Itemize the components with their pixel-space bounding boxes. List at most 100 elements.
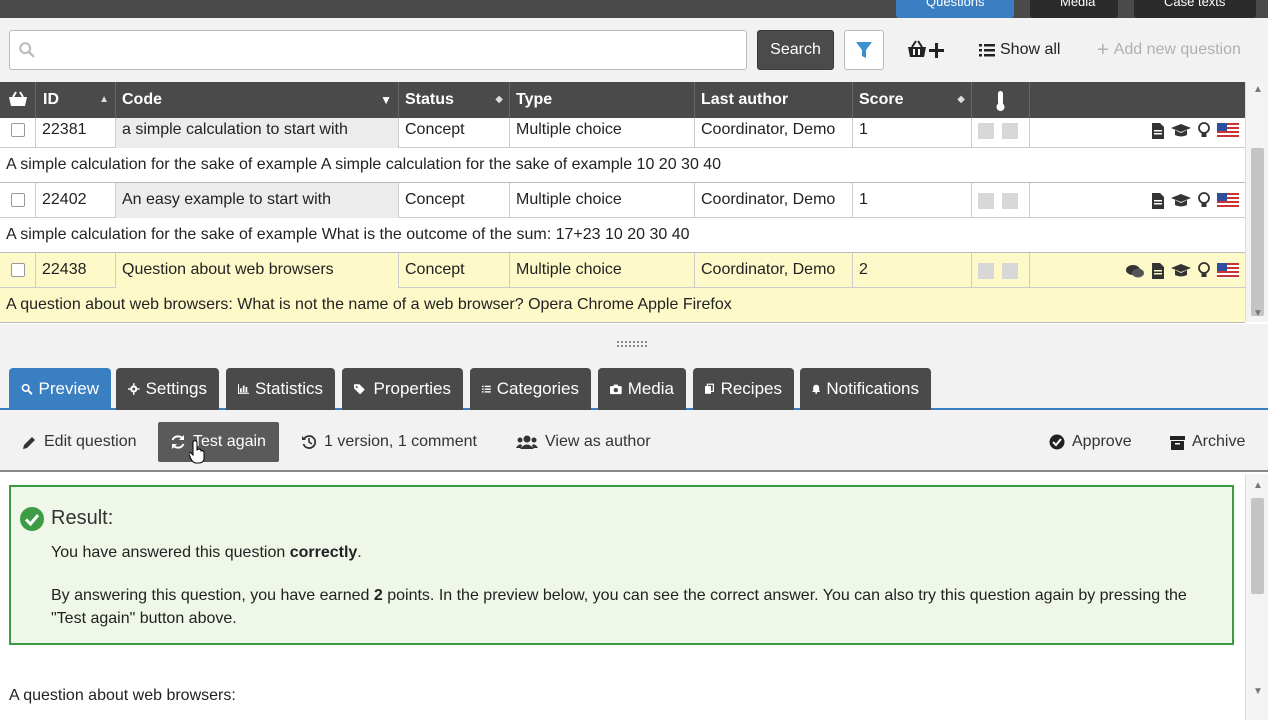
us-flag-icon[interactable] bbox=[1217, 193, 1239, 208]
row-checkbox[interactable] bbox=[11, 263, 25, 277]
cell-type: Multiple choice bbox=[510, 253, 695, 288]
scroll-up-icon[interactable]: ▲ bbox=[1253, 480, 1263, 491]
search-toolbar: Search Show all + Add new question bbox=[0, 18, 1268, 82]
drag-handle-icon[interactable] bbox=[617, 341, 647, 349]
bell-icon bbox=[812, 384, 821, 394]
table-scrollbar-thumb[interactable] bbox=[1251, 148, 1264, 316]
preview-scrollbar[interactable]: ▲ ▼ bbox=[1245, 474, 1268, 720]
search-icon bbox=[19, 42, 35, 58]
cell-author: Coordinator, Demo bbox=[695, 118, 853, 148]
cell-status: Concept bbox=[399, 253, 510, 288]
tab-preview[interactable]: Preview bbox=[9, 368, 111, 410]
cell-code: An easy example to start with bbox=[116, 183, 399, 218]
header-last-author[interactable]: Last author bbox=[695, 82, 853, 118]
approve-button[interactable]: Approve bbox=[1037, 422, 1144, 462]
row-description[interactable]: A simple calculation for the sake of exa… bbox=[0, 218, 1245, 253]
result-message: You have answered this question correctl… bbox=[51, 544, 362, 561]
cell-id: 22438 bbox=[36, 253, 116, 288]
header-id[interactable]: ID ▲ bbox=[36, 82, 116, 118]
row-checkbox[interactable] bbox=[11, 193, 25, 207]
scroll-up-icon[interactable]: ▲ bbox=[1253, 84, 1263, 95]
top-tab-questions[interactable]: Questions bbox=[896, 0, 1014, 18]
add-to-basket-icon[interactable] bbox=[906, 38, 946, 62]
archive-button[interactable]: Archive bbox=[1158, 422, 1257, 462]
graduation-cap-icon[interactable] bbox=[1171, 193, 1191, 209]
row-description-selected[interactable]: A question about web browsers: What is n… bbox=[0, 288, 1245, 323]
tab-categories[interactable]: Categories bbox=[470, 368, 591, 410]
us-flag-icon[interactable] bbox=[1217, 123, 1239, 138]
table-row[interactable]: 22402 An easy example to start with Conc… bbox=[0, 183, 1245, 218]
bar-chart-icon bbox=[238, 384, 249, 394]
header-temperature[interactable] bbox=[972, 82, 1030, 118]
row-checkbox[interactable] bbox=[11, 123, 25, 137]
result-explanation: By answering this question, you have ear… bbox=[51, 587, 1187, 627]
scroll-down-icon[interactable]: ▼ bbox=[1253, 686, 1263, 697]
search-button[interactable]: Search bbox=[757, 30, 834, 70]
tab-settings[interactable]: Settings bbox=[116, 368, 219, 410]
header-status[interactable]: Status ◆ bbox=[399, 82, 510, 118]
tags-icon bbox=[354, 384, 365, 395]
tab-statistics[interactable]: Statistics bbox=[226, 368, 335, 410]
window-edge bbox=[1268, 0, 1280, 720]
filter-button[interactable] bbox=[844, 30, 884, 70]
header-score[interactable]: Score ◆ bbox=[853, 82, 972, 118]
cell-score: 1 bbox=[853, 118, 972, 148]
tab-notifications[interactable]: Notifications bbox=[800, 368, 931, 410]
result-title: Result: bbox=[51, 507, 114, 529]
header-basket[interactable] bbox=[0, 82, 36, 118]
comments-icon[interactable] bbox=[1125, 263, 1145, 279]
top-tab-media[interactable]: Media bbox=[1030, 0, 1118, 18]
cell-author: Coordinator, Demo bbox=[695, 183, 853, 218]
graduation-cap-icon[interactable] bbox=[1171, 263, 1191, 279]
test-again-button[interactable]: Test again bbox=[158, 422, 279, 462]
table-row[interactable]: 22381 a simple calculation to start with… bbox=[0, 118, 1245, 148]
top-tab-case-texts[interactable]: Case texts bbox=[1134, 0, 1256, 18]
preview-scrollbar-thumb[interactable] bbox=[1251, 498, 1264, 594]
document-icon[interactable] bbox=[1151, 122, 1165, 139]
lightbulb-icon[interactable] bbox=[1197, 261, 1211, 280]
view-as-author-button[interactable]: View as author bbox=[504, 422, 663, 462]
graduation-cap-icon[interactable] bbox=[1171, 123, 1191, 139]
cell-author: Coordinator, Demo bbox=[695, 253, 853, 288]
status-square bbox=[978, 123, 994, 139]
edit-question-button[interactable]: Edit question bbox=[10, 422, 149, 462]
lightbulb-icon[interactable] bbox=[1197, 121, 1211, 140]
pencil-icon bbox=[23, 436, 35, 449]
check-circle-icon bbox=[20, 507, 44, 531]
us-flag-icon[interactable] bbox=[1217, 263, 1239, 278]
row-description[interactable]: A simple calculation for the sake of exa… bbox=[0, 148, 1245, 183]
tab-properties[interactable]: Properties bbox=[342, 368, 463, 410]
camera-icon bbox=[610, 384, 622, 395]
document-icon[interactable] bbox=[1151, 262, 1165, 279]
basket-icon bbox=[9, 91, 27, 106]
version-history-button[interactable]: 1 version, 1 comment bbox=[289, 422, 489, 462]
row-actions bbox=[1151, 183, 1239, 218]
header-type[interactable]: Type bbox=[510, 82, 695, 118]
panel-splitter[interactable] bbox=[0, 324, 1268, 366]
scroll-down-icon[interactable]: ▼ bbox=[1253, 308, 1263, 319]
cell-id: 22381 bbox=[36, 118, 116, 148]
cell-status: Concept bbox=[399, 118, 510, 148]
status-square bbox=[978, 263, 994, 279]
archive-icon bbox=[1170, 435, 1185, 450]
tab-media[interactable]: Media bbox=[598, 368, 686, 410]
search-input[interactable] bbox=[9, 30, 747, 70]
cell-id: 22402 bbox=[36, 183, 116, 218]
history-icon bbox=[302, 435, 317, 449]
cell-type: Multiple choice bbox=[510, 183, 695, 218]
cell-type: Multiple choice bbox=[510, 118, 695, 148]
tab-recipes[interactable]: Recipes bbox=[693, 368, 794, 410]
document-icon[interactable] bbox=[1151, 192, 1165, 209]
show-all-button[interactable]: Show all bbox=[979, 40, 1060, 60]
cell-score: 2 bbox=[853, 253, 972, 288]
thermometer-icon bbox=[996, 91, 1005, 111]
add-new-question-button[interactable]: + Add new question bbox=[1097, 40, 1241, 60]
question-intro: A question about web browsers: bbox=[9, 687, 236, 704]
table-scrollbar[interactable]: ▲ ▼ bbox=[1245, 82, 1268, 322]
status-square bbox=[1002, 123, 1018, 139]
lightbulb-icon[interactable] bbox=[1197, 191, 1211, 210]
cell-code: Question about web browsers bbox=[116, 253, 399, 288]
table-row-selected[interactable]: 22438 Question about web browsers Concep… bbox=[0, 253, 1245, 288]
sort-icon: ▲ bbox=[99, 94, 109, 105]
header-code[interactable]: Code ▼ bbox=[116, 82, 399, 118]
